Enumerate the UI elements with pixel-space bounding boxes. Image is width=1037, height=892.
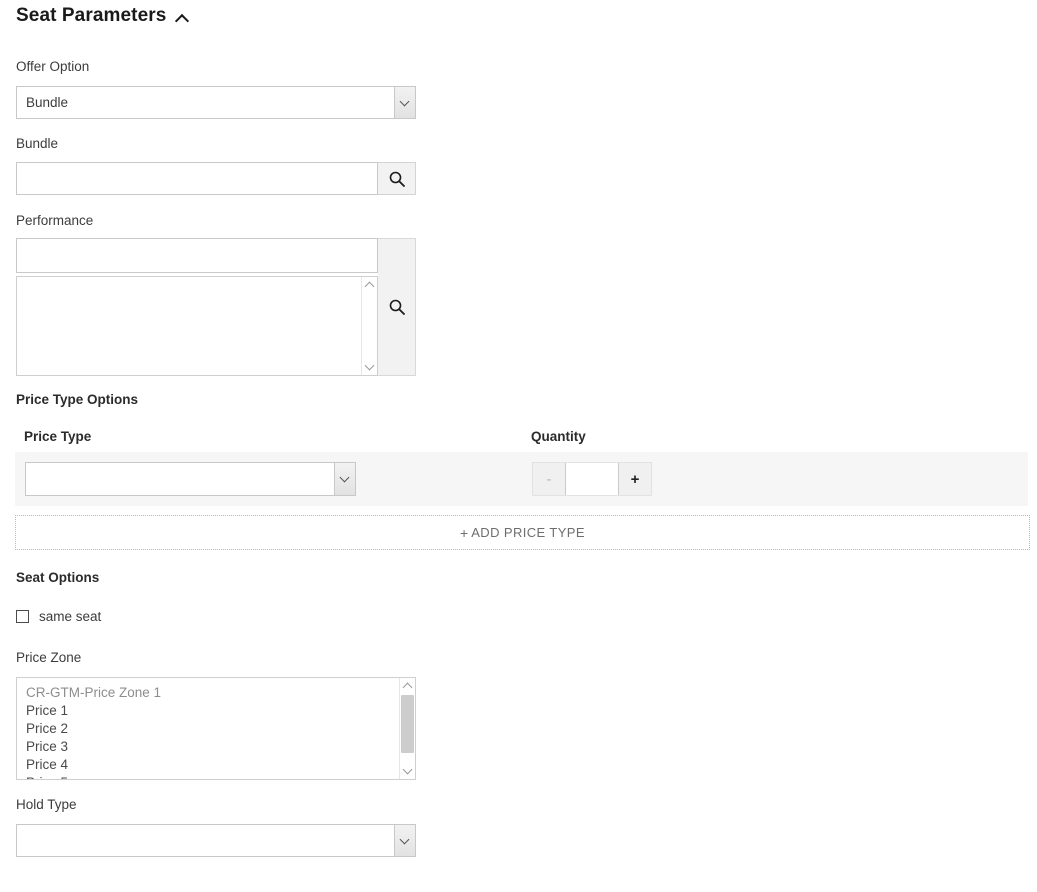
- quantity-stepper: - +: [532, 462, 652, 496]
- bundle-field: [16, 162, 416, 195]
- price-zone-option[interactable]: Price 2: [17, 720, 400, 738]
- seat-options-label: Seat Options: [16, 570, 100, 585]
- performance-field: [16, 238, 416, 376]
- hold-type-value: [17, 825, 394, 856]
- quantity-input[interactable]: [565, 463, 619, 495]
- price-zone-listbox[interactable]: CR-GTM-Price Zone 1 Price 1 Price 2 Pric…: [16, 677, 416, 780]
- chevron-down-icon[interactable]: [394, 825, 415, 856]
- section-header[interactable]: Seat Parameters: [16, 5, 189, 27]
- same-seat-checkbox[interactable]: [16, 610, 29, 623]
- scroll-up-arrow-icon[interactable]: [362, 277, 377, 292]
- quantity-decrement-button[interactable]: -: [533, 463, 565, 495]
- price-zone-scrollbar[interactable]: [399, 678, 415, 779]
- offer-option-select[interactable]: Bundle: [16, 86, 416, 119]
- bundle-label: Bundle: [16, 136, 59, 151]
- price-zone-option[interactable]: Price 5: [17, 774, 400, 779]
- search-icon: [389, 171, 405, 187]
- chevron-up-icon[interactable]: [175, 11, 189, 25]
- price-zone-label: Price Zone: [16, 650, 82, 665]
- price-zone-option[interactable]: Price 3: [17, 738, 400, 756]
- price-zone-option[interactable]: Price 1: [17, 702, 400, 720]
- performance-search-button[interactable]: [378, 238, 416, 376]
- performance-listbox[interactable]: [16, 276, 378, 376]
- plus-icon: +: [460, 524, 469, 541]
- quantity-increment-button[interactable]: +: [619, 463, 651, 495]
- hold-type-label: Hold Type: [16, 797, 77, 812]
- scroll-down-arrow-icon[interactable]: [362, 360, 377, 375]
- column-header-quantity: Quantity: [531, 429, 586, 444]
- offer-option-label: Offer Option: [16, 59, 90, 74]
- chevron-down-icon[interactable]: [334, 463, 355, 495]
- price-type-options-label: Price Type Options: [16, 392, 139, 407]
- performance-label: Performance: [16, 213, 94, 228]
- bundle-input[interactable]: [16, 162, 378, 195]
- price-zone-option[interactable]: CR-GTM-Price Zone 1: [17, 684, 400, 702]
- add-price-type-label: ADD PRICE TYPE: [471, 525, 585, 540]
- price-type-value: [26, 463, 334, 495]
- performance-scrollbar[interactable]: [361, 277, 377, 375]
- page-title: Seat Parameters: [16, 5, 167, 26]
- bundle-search-button[interactable]: [378, 162, 416, 195]
- price-type-select[interactable]: [25, 462, 356, 496]
- search-icon: [389, 299, 405, 315]
- offer-option-value: Bundle: [26, 95, 69, 110]
- hold-type-select[interactable]: [16, 824, 416, 857]
- price-zone-options: CR-GTM-Price Zone 1 Price 1 Price 2 Pric…: [17, 684, 400, 779]
- scrollbar-thumb[interactable]: [401, 695, 414, 753]
- add-price-type-button[interactable]: + ADD PRICE TYPE: [15, 515, 1030, 550]
- same-seat-label: same seat: [39, 609, 102, 624]
- same-seat-checkbox-row[interactable]: same seat: [16, 609, 101, 624]
- performance-input[interactable]: [16, 238, 378, 273]
- scroll-up-arrow-icon[interactable]: [400, 678, 415, 693]
- scroll-down-arrow-icon[interactable]: [400, 764, 415, 779]
- column-header-price-type: Price Type: [24, 429, 92, 444]
- price-zone-option[interactable]: Price 4: [17, 756, 400, 774]
- chevron-down-icon[interactable]: [394, 87, 415, 118]
